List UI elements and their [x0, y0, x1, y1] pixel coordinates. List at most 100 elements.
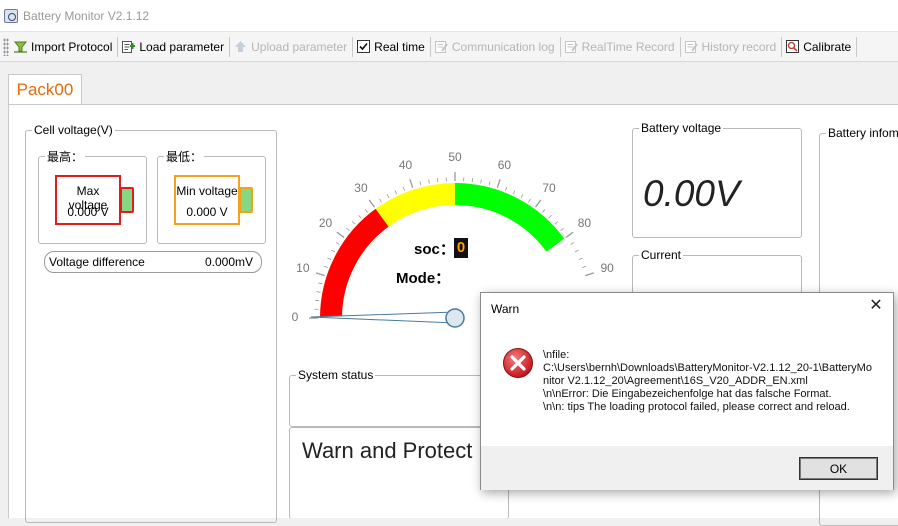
gauge-tick [420, 181, 421, 185]
real-time-label: Real time [374, 40, 425, 54]
system-status-title: System status [296, 368, 375, 382]
soc-value: 0 [454, 238, 468, 258]
battery-voltage-title: Battery voltage [639, 121, 723, 135]
title-bar: Battery Monitor V2.1.12 [0, 0, 898, 32]
ok-button[interactable]: OK [799, 457, 878, 480]
history-icon [684, 39, 699, 54]
error-icon [502, 347, 534, 379]
voltage-difference-box: Voltage difference 0.000mV [44, 251, 262, 273]
dialog-body: \nfile:C:\Users\bernh\Downloads\BatteryM… [481, 323, 893, 446]
system-status-group: System status [289, 368, 509, 427]
toolbar-grip-icon[interactable] [3, 38, 9, 56]
tab-strip: Pack00 [0, 62, 898, 104]
app-icon [4, 9, 18, 23]
gauge-tick-label: 0 [287, 310, 303, 324]
gauge-tick [561, 228, 564, 231]
import-protocol-button[interactable]: Import Protocol [11, 35, 116, 59]
gauge-tick [365, 209, 368, 212]
gauge-tick [316, 273, 325, 276]
toolbar-separator [117, 37, 118, 57]
dialog-message: \nfile:C:\Users\bernh\Downloads\BatteryM… [543, 349, 873, 414]
gauge-tick [358, 215, 361, 218]
gauge-tick-label: 80 [576, 216, 592, 230]
min-voltage-value: 0.000 V [176, 205, 238, 219]
lowest-label: 最低： [164, 148, 204, 165]
calibrate-icon [785, 39, 800, 54]
upload-parameter-button[interactable]: Upload parameter [231, 35, 351, 59]
gauge-tick [324, 266, 328, 267]
gauge-tick [536, 200, 541, 207]
calibrate-label: Calibrate [803, 40, 851, 54]
gauge-tick-label: 50 [447, 150, 463, 164]
gauge-tick-label: 70 [541, 181, 557, 195]
battery-voltage-group: Battery voltage 0.00V [632, 121, 802, 238]
realtime-record-label: RealTime Record [582, 40, 675, 54]
history-record-label: History record [702, 40, 777, 54]
min-battery-icon [239, 187, 253, 213]
toolbar-separator [430, 37, 431, 57]
calibrate-button[interactable]: Calibrate [783, 35, 855, 59]
dialog-close-icon[interactable]: ✕ [867, 297, 885, 315]
gauge-tick [429, 179, 430, 183]
cell-voltage-title: Cell voltage(V) [32, 123, 115, 137]
gauge-tick [505, 187, 506, 191]
tab-pack00[interactable]: Pack00 [8, 74, 82, 105]
real-time-button[interactable]: Real time [354, 35, 429, 59]
gauge-tick [575, 250, 579, 252]
communication-log-button[interactable]: Communication log [432, 35, 559, 59]
window-title: Battery Monitor V2.1.12 [23, 9, 149, 23]
gauge-tick-label: 90 [599, 261, 615, 275]
gauge-tick-label: 10 [295, 261, 311, 275]
gauge-tick [318, 283, 322, 284]
gauge-tick [489, 181, 490, 185]
checkbox-checked-icon [356, 39, 371, 54]
toolbar-separator [856, 37, 857, 57]
voltage-difference-value: 0.000mV [205, 255, 253, 269]
gauge-tick [437, 178, 438, 182]
gauge-tick [497, 179, 500, 188]
gauge-tick-label: 40 [398, 158, 414, 172]
record-icon [564, 39, 579, 54]
toolbar-separator [352, 37, 353, 57]
gauge-tick [315, 300, 319, 301]
gauge-tick [337, 232, 344, 237]
gauge-needle-hub [446, 309, 464, 327]
gauge-tick [369, 200, 374, 207]
toolbar-separator [560, 37, 561, 57]
toolbar: Import Protocol Load parameter Upload pa… [0, 32, 898, 62]
toolbar-separator [229, 37, 230, 57]
gauge-tick [472, 178, 473, 182]
warn-protect-group: Warn and Protect [289, 427, 509, 519]
gauge-tick [513, 190, 515, 194]
gauge-tick [403, 187, 404, 191]
import-protocol-label: Import Protocol [31, 40, 112, 54]
gauge-tick-label: 60 [496, 158, 512, 172]
voltage-difference-label: Voltage difference [49, 255, 145, 269]
import-protocol-icon [13, 39, 28, 54]
mode-label: Mode： [396, 267, 450, 288]
gauge-tick [579, 258, 583, 260]
gauge-tick [410, 179, 413, 188]
dialog-footer: OK [481, 446, 893, 490]
max-battery-icon [120, 187, 134, 213]
warn-dialog: Warn ✕ \nfile:C:\Users\bernh\Downloads\B… [480, 292, 894, 490]
load-parameter-button[interactable]: Load parameter [119, 35, 228, 59]
upload-arrow-icon [233, 39, 248, 54]
soc-label: soc： [414, 238, 455, 259]
current-title: Current [639, 248, 683, 262]
gauge-tick [331, 250, 335, 252]
history-record-button[interactable]: History record [682, 35, 781, 59]
gauge-tick-label: 30 [353, 181, 369, 195]
gauge-tick [521, 194, 523, 198]
realtime-record-button[interactable]: RealTime Record [562, 35, 679, 59]
gauge-tick [481, 179, 482, 183]
gauge-tick-label: 20 [318, 216, 334, 230]
battery-info-title: Battery infom [826, 126, 898, 140]
gauge-tick [566, 232, 573, 237]
min-voltage-box: Min voltage 0.000 V [174, 175, 240, 225]
min-voltage-label: Min voltage [176, 184, 238, 198]
communication-log-label: Communication log [452, 40, 555, 54]
load-parameter-icon [121, 39, 136, 54]
max-voltage-value: 0.000 V [57, 205, 119, 219]
gauge-tick [387, 194, 389, 198]
